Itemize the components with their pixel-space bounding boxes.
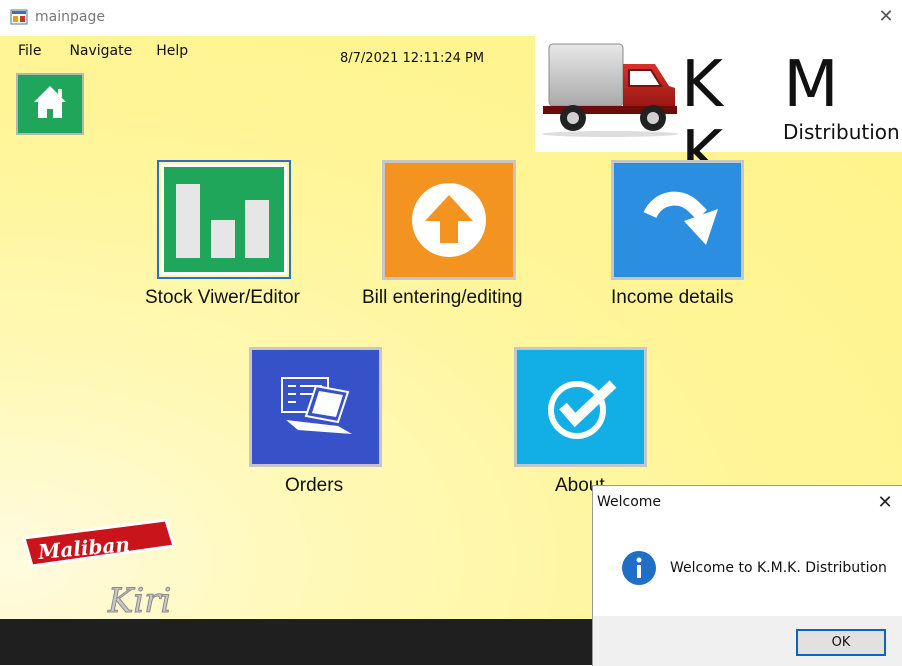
maliban-logo-graphic: Maliban Kiri bbox=[22, 518, 176, 622]
about-tile[interactable] bbox=[514, 347, 647, 467]
stock-viewer-label[interactable]: Stock Viwer/Editor bbox=[145, 287, 300, 309]
window-titlebar: mainpage ✕ bbox=[0, 0, 902, 36]
menu-navigate[interactable]: Navigate bbox=[51, 42, 142, 64]
dialog-close-icon[interactable]: ✕ bbox=[875, 492, 895, 512]
laptop-document-icon bbox=[281, 377, 352, 434]
kmk-logo-tagline: Distribution bbox=[783, 120, 900, 144]
ok-button[interactable]: OK bbox=[796, 629, 886, 656]
orders-tile[interactable] bbox=[249, 347, 382, 467]
dialog-title: Welcome bbox=[597, 494, 662, 510]
dialog-message: Welcome to K.M.K. Distribution bbox=[670, 560, 887, 576]
bill-entering-tile[interactable] bbox=[382, 160, 516, 280]
orders-label[interactable]: Orders bbox=[285, 475, 343, 497]
income-details-tile[interactable] bbox=[611, 160, 744, 280]
bar-chart-icon bbox=[176, 184, 269, 258]
menu-file[interactable]: File bbox=[8, 42, 51, 64]
application-icon bbox=[10, 9, 28, 25]
curved-arrow-down-icon bbox=[643, 191, 718, 245]
bill-entering-label[interactable]: Bill entering/editing bbox=[362, 287, 523, 309]
maliban-kiri-logo: Maliban Kiri bbox=[16, 516, 186, 622]
datetime-display: 8/7/2021 12:11:24 PM bbox=[340, 51, 485, 66]
info-icon bbox=[622, 551, 656, 585]
home-button[interactable] bbox=[16, 73, 84, 135]
welcome-dialog: Welcome ✕ Welcome to K.M.K. Distribution… bbox=[592, 485, 902, 666]
check-circle-icon bbox=[548, 380, 617, 439]
upload-arrow-icon bbox=[412, 183, 486, 257]
menu-bar: File Navigate Help bbox=[8, 42, 198, 64]
svg-text:Kiri: Kiri bbox=[107, 581, 171, 616]
window-close-icon[interactable]: ✕ bbox=[876, 6, 896, 26]
dialog-footer: OK bbox=[593, 616, 902, 666]
dialog-body: Welcome to K.M.K. Distribution bbox=[593, 522, 902, 616]
truck-icon bbox=[542, 43, 678, 137]
window-title: mainpage bbox=[35, 9, 105, 25]
stock-viewer-tile[interactable] bbox=[157, 160, 291, 279]
menu-help[interactable]: Help bbox=[142, 42, 198, 64]
kmk-logo: K M K Distribution bbox=[535, 36, 902, 190]
home-icon bbox=[34, 86, 66, 118]
income-details-label[interactable]: Income details bbox=[611, 287, 734, 309]
